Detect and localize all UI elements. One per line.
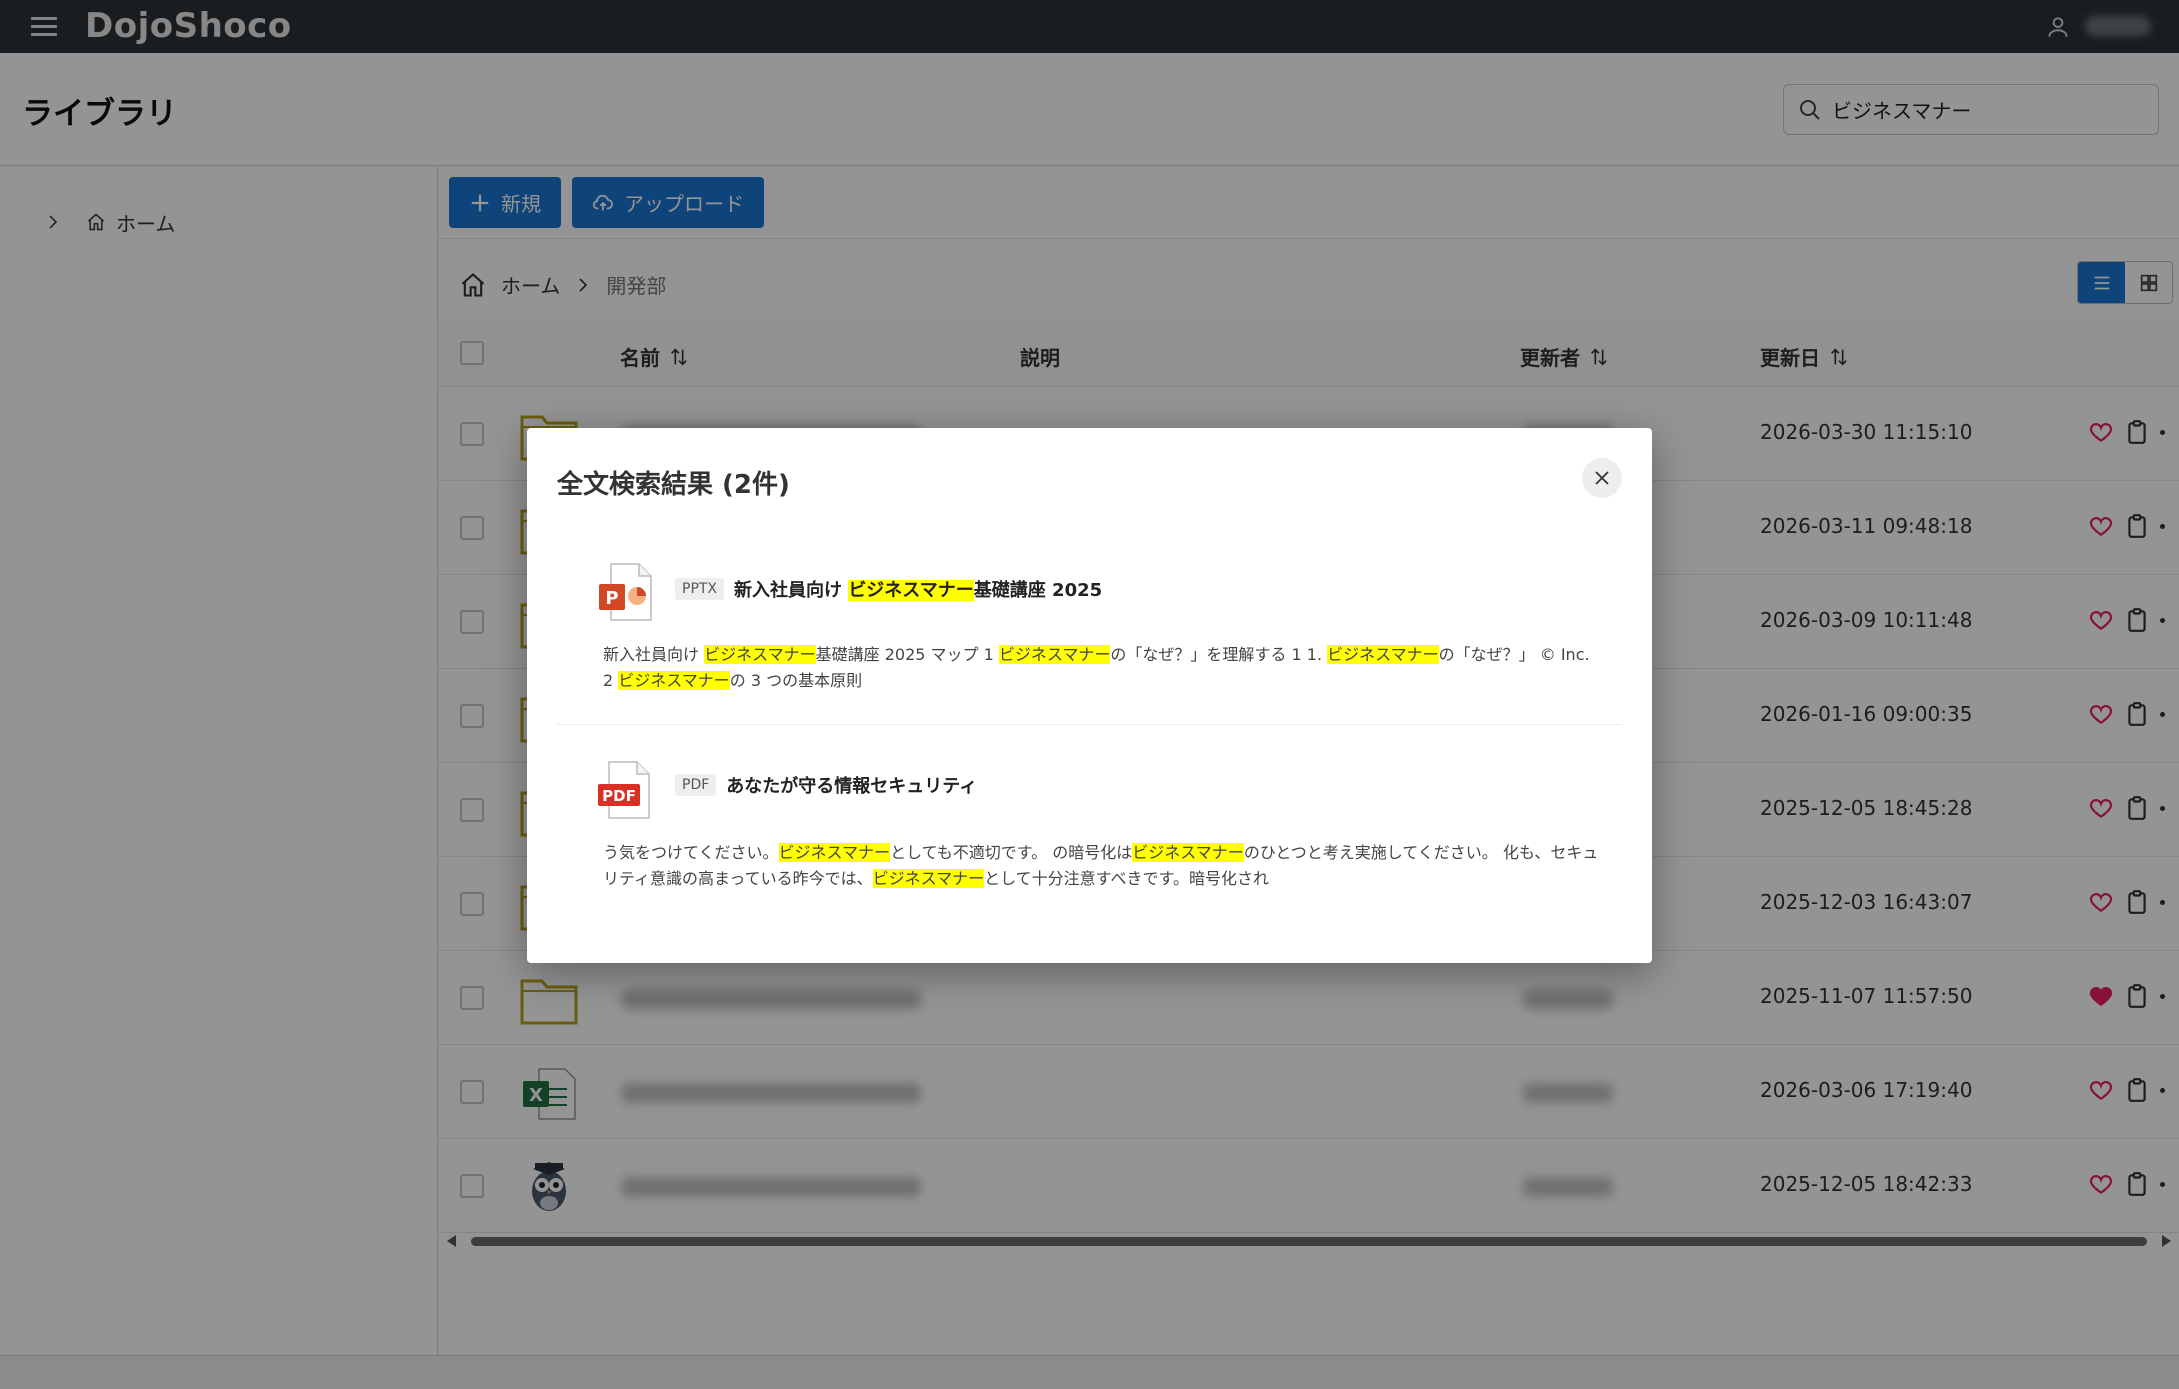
result-title-highlight: ビジネスマナー	[848, 580, 974, 601]
result-title-text: 新入社員向け	[734, 580, 849, 601]
result-title[interactable]: あなたが守る情報セキュリティ	[726, 772, 977, 798]
snippet-text: う気をつけてください。	[603, 843, 779, 862]
close-icon	[1595, 471, 1609, 485]
close-button[interactable]	[1582, 458, 1622, 498]
search-result-item[interactable]: P PPTX 新入社員向け ビジネスマナー基礎講座 2025 新入社員向け ビジ…	[557, 562, 1622, 712]
search-results-dialog: 全文検索結果 (2件) P PPTX 新入社員向け ビジネスマナー基礎講座 20…	[527, 428, 1652, 963]
svg-text:PDF: PDF	[602, 787, 636, 805]
snippet-highlight: ビジネスマナー	[998, 645, 1111, 664]
result-header: PDF あなたが守る情報セキュリティ	[675, 772, 977, 798]
snippet-highlight: ビジネスマナー	[1327, 645, 1439, 664]
powerpoint-icon: P	[599, 563, 652, 621]
snippet-text: 基礎講座 2025 マップ 1	[815, 645, 999, 664]
result-divider	[557, 724, 1622, 725]
file-type-badge: PDF	[675, 774, 717, 796]
snippet-text: としても不適切です。 の暗号化は	[890, 843, 1133, 862]
result-header: PPTX 新入社員向け ビジネスマナー基礎講座 2025	[675, 576, 1102, 602]
result-title[interactable]: 新入社員向け ビジネスマナー基礎講座 2025	[734, 576, 1102, 602]
dialog-title: 全文検索結果 (2件)	[557, 470, 790, 500]
snippet-text: の 3 つの基本原則	[729, 671, 863, 690]
snippet-highlight: ビジネスマナー	[778, 843, 891, 862]
snippet-text: 新入社員向け	[603, 645, 705, 664]
file-type-badge: PPTX	[675, 578, 725, 600]
snippet-highlight: ビジネスマナー	[704, 645, 816, 664]
svg-text:P: P	[605, 588, 618, 609]
snippet-text: として十分注意すべきです。暗号化され	[984, 869, 1269, 888]
snippet-highlight: ビジネスマナー	[872, 869, 985, 888]
snippet-text: の「なぜ？」を理解する 1 1.	[1110, 645, 1328, 664]
snippet-highlight: ビジネスマナー	[1132, 843, 1244, 862]
pdf-icon: PDF	[598, 761, 650, 819]
snippet-highlight: ビジネスマナー	[618, 671, 730, 690]
result-snippet: 新入社員向け ビジネスマナー基礎講座 2025 マップ 1 ビジネスマナーの「な…	[603, 642, 1603, 694]
result-snippet: う気をつけてください。ビジネスマナーとしても不適切です。 の暗号化はビジネスマナ…	[603, 840, 1603, 892]
result-title-text: 基礎講座 2025	[973, 580, 1103, 601]
search-result-item[interactable]: PDF PDF あなたが守る情報セキュリティ う気をつけてください。ビジネスマナ…	[557, 760, 1622, 910]
